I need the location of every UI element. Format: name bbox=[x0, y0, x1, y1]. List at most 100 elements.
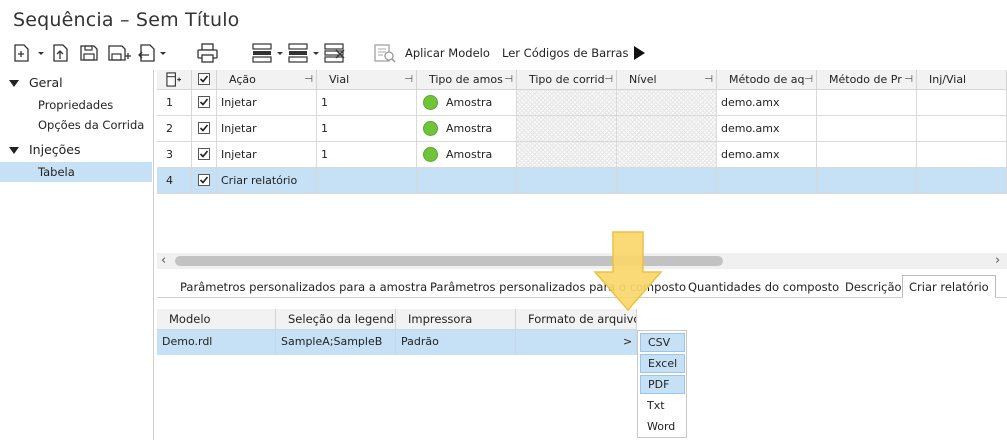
cell-metodo-pr[interactable] bbox=[817, 116, 917, 142]
report-header-legenda[interactable]: Seleção da legenda bbox=[276, 309, 396, 330]
row-checkbox[interactable] bbox=[198, 122, 210, 134]
insert-row-below-dropdown-icon[interactable] bbox=[286, 42, 322, 64]
cell-tipo-amostra[interactable]: Amostra bbox=[417, 142, 517, 168]
row-checkbox-cell[interactable] bbox=[192, 168, 217, 194]
sample-type-dot-icon bbox=[423, 94, 438, 110]
insert-row-dropdown-icon[interactable] bbox=[250, 42, 286, 64]
save-icon[interactable] bbox=[78, 42, 100, 64]
print-icon[interactable] bbox=[196, 42, 220, 64]
cell-metodo-aq[interactable]: demo.amx bbox=[717, 116, 817, 142]
format-option-csv[interactable]: CSV bbox=[640, 333, 685, 352]
format-option-word[interactable]: Word bbox=[640, 417, 685, 436]
format-expander-icon[interactable]: > bbox=[623, 330, 632, 354]
new-dropdown-icon[interactable] bbox=[12, 42, 46, 64]
format-option-excel[interactable]: Excel bbox=[640, 354, 685, 373]
column-header-tipo-corrida[interactable]: Tipo de corrid ⊣ bbox=[517, 70, 617, 90]
cell-metodo-pr[interactable] bbox=[817, 90, 917, 116]
cell-inj-vial[interactable] bbox=[917, 168, 1007, 194]
select-all-checkbox[interactable] bbox=[198, 73, 210, 85]
cell-legenda[interactable]: SampleA;SampleB bbox=[276, 330, 396, 355]
column-header-vial[interactable]: Vial ⊣ bbox=[317, 70, 417, 90]
sample-type-dot-icon bbox=[423, 120, 438, 136]
scroll-left-arrow-icon[interactable]: ‹ bbox=[161, 253, 166, 269]
table-row[interactable]: 1 Injetar 1 Amostra demo.amx bbox=[157, 90, 1007, 116]
tab-descricao[interactable]: Descrição bbox=[845, 280, 902, 294]
cell-inj-vial[interactable] bbox=[917, 90, 1007, 116]
cell-metodo-aq[interactable] bbox=[717, 168, 817, 194]
format-option-txt[interactable]: Txt bbox=[640, 396, 685, 415]
cell-impressora[interactable]: Padrão bbox=[396, 330, 516, 355]
report-header-modelo[interactable]: Modelo bbox=[157, 309, 276, 330]
cell-tipo-amostra[interactable]: Amostra bbox=[417, 116, 517, 142]
report-header-impressora[interactable]: Impressora bbox=[396, 309, 516, 330]
row-checkbox[interactable] bbox=[198, 96, 210, 108]
cell-acao[interactable]: Injetar bbox=[217, 116, 317, 142]
navigation-tree: Geral Propriedades Opções da Corrida Inj… bbox=[0, 70, 154, 440]
cell-tipo-amostra[interactable] bbox=[417, 168, 517, 194]
tab-quantidades-composto[interactable]: Quantidades do composto bbox=[688, 280, 839, 294]
open-icon[interactable] bbox=[50, 42, 72, 64]
format-option-pdf[interactable]: PDF bbox=[640, 375, 685, 394]
column-header-metodo-pr[interactable]: Método de Pr ⊣ bbox=[817, 70, 917, 90]
tree-item-geral[interactable]: Geral bbox=[0, 73, 152, 93]
tree-item-opcoes-corrida[interactable]: Opções da Corrida bbox=[0, 115, 152, 135]
cell-inj-vial[interactable] bbox=[917, 142, 1007, 168]
select-all-header[interactable] bbox=[192, 70, 217, 90]
row-checkbox[interactable] bbox=[198, 174, 210, 186]
column-header-tipo-amostra[interactable]: Tipo de amos ⊣ bbox=[417, 70, 517, 90]
row-checkbox-cell[interactable] bbox=[192, 90, 217, 116]
expand-triangle-icon[interactable] bbox=[9, 80, 19, 87]
tree-item-injecoes[interactable]: Injeções bbox=[0, 140, 152, 160]
cell-modelo[interactable]: Demo.rdl bbox=[157, 330, 276, 355]
tab-parametros-amostra[interactable]: Parâmetros personalizados para a amostra bbox=[180, 280, 427, 294]
report-row[interactable]: Demo.rdl SampleA;SampleB Padrão > bbox=[157, 330, 637, 355]
table-row[interactable]: 2 Injetar 1 Amostra demo.amx bbox=[157, 116, 1007, 142]
save-as-icon[interactable] bbox=[106, 42, 132, 64]
cell-metodo-pr[interactable] bbox=[817, 168, 917, 194]
column-header-acao[interactable]: Ação ⊣ bbox=[217, 70, 317, 90]
cell-vial[interactable]: 1 bbox=[317, 142, 417, 168]
report-header-formato[interactable]: Formato de arquivo bbox=[516, 309, 637, 330]
column-header-inj-vial[interactable]: Inj/Vial bbox=[917, 70, 1007, 90]
column-header-label: Método de Pr bbox=[829, 73, 902, 86]
cell-vial[interactable] bbox=[317, 168, 417, 194]
horizontal-scrollbar[interactable]: ‹ › bbox=[157, 253, 1007, 269]
pin-icon[interactable]: ⊣ bbox=[404, 70, 413, 89]
apply-template-icon[interactable] bbox=[372, 42, 398, 64]
cell-formato[interactable]: > bbox=[516, 330, 637, 355]
cell-acao[interactable]: Injetar bbox=[217, 90, 317, 116]
import-dropdown-icon[interactable] bbox=[136, 42, 168, 64]
cell-vial[interactable]: 1 bbox=[317, 116, 417, 142]
apply-template-button[interactable]: Aplicar Modelo bbox=[405, 46, 490, 60]
cell-acao[interactable]: Injetar bbox=[217, 142, 317, 168]
table-row-selected[interactable]: 4 Criar relatório bbox=[157, 168, 1007, 194]
pin-icon[interactable]: ⊣ bbox=[904, 70, 913, 89]
tab-criar-relatorio[interactable]: Criar relatório bbox=[902, 275, 996, 298]
delete-rows-icon[interactable] bbox=[322, 42, 348, 64]
cell-inj-vial[interactable] bbox=[917, 116, 1007, 142]
cell-tipo-amostra[interactable]: Amostra bbox=[417, 90, 517, 116]
tree-item-tabela[interactable]: Tabela bbox=[0, 162, 152, 182]
pin-icon[interactable]: ⊣ bbox=[704, 70, 713, 89]
row-checkbox-cell[interactable] bbox=[192, 142, 217, 168]
expand-triangle-icon[interactable] bbox=[9, 147, 19, 154]
pin-icon[interactable]: ⊣ bbox=[604, 70, 613, 89]
table-row[interactable]: 3 Injetar 1 Amostra demo.amx bbox=[157, 142, 1007, 168]
pin-icon[interactable]: ⊣ bbox=[304, 70, 313, 89]
scroll-right-arrow-icon[interactable]: › bbox=[995, 253, 1000, 269]
column-header-metodo-aq[interactable]: Método de aq ⊣ bbox=[717, 70, 817, 90]
run-icon[interactable] bbox=[630, 42, 648, 64]
column-header-nivel[interactable]: Nível ⊣ bbox=[617, 70, 717, 90]
cell-acao[interactable]: Criar relatório bbox=[217, 168, 317, 194]
cell-metodo-aq[interactable]: demo.amx bbox=[717, 90, 817, 116]
pin-icon[interactable]: ⊣ bbox=[504, 70, 513, 89]
cell-metodo-pr[interactable] bbox=[817, 142, 917, 168]
cell-vial[interactable]: 1 bbox=[317, 90, 417, 116]
read-barcodes-button[interactable]: Ler Códigos de Barras bbox=[502, 46, 628, 60]
tree-item-propriedades[interactable]: Propriedades bbox=[0, 95, 152, 115]
row-checkbox[interactable] bbox=[198, 148, 210, 160]
pin-icon[interactable]: ⊣ bbox=[804, 70, 813, 89]
cell-metodo-aq[interactable]: demo.amx bbox=[717, 142, 817, 168]
row-checkbox-cell[interactable] bbox=[192, 116, 217, 142]
column-chooser-header[interactable] bbox=[157, 70, 192, 90]
